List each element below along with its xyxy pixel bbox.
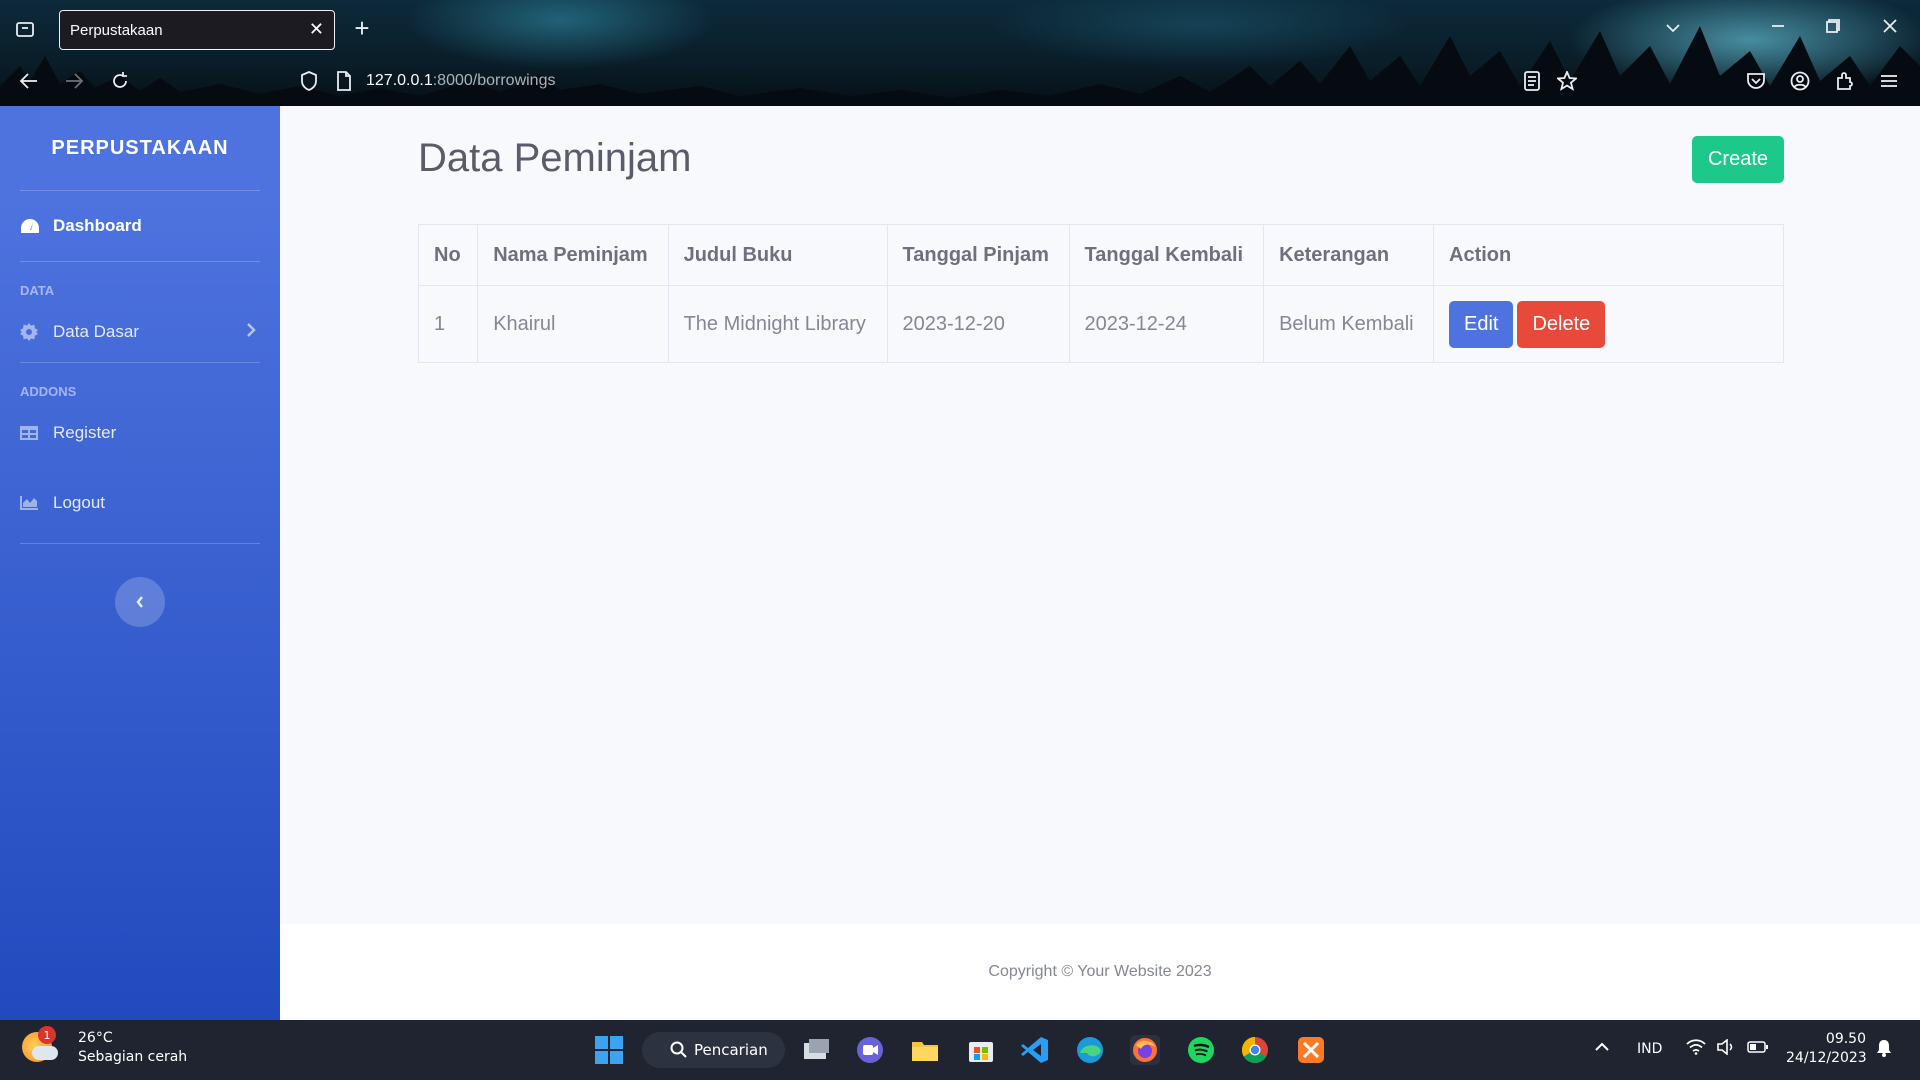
- weather-widget[interactable]: 1 26°C Sebagian cerah: [22, 1026, 188, 1067]
- tab-overview-icon[interactable]: [12, 16, 38, 42]
- table-icon: [20, 424, 42, 442]
- sidebar-heading-addons: ADDONS: [20, 384, 77, 399]
- browser-chrome: Perpustakaan ✕ + 127.0.0.1:8000/borrowin…: [0, 0, 1920, 106]
- tab-list-chevron-icon[interactable]: [1662, 18, 1684, 38]
- chrome-icon[interactable]: [1240, 1035, 1270, 1065]
- pocket-icon[interactable]: [1743, 68, 1769, 94]
- cell-nama-peminjam: Khairul: [477, 285, 669, 363]
- copyright-text: Copyright © Your Website 2023: [988, 963, 1212, 980]
- tab-perpustakaan[interactable]: Perpustakaan ✕: [59, 10, 335, 50]
- sidebar-item-label: Dashboard: [53, 216, 142, 235]
- new-tab-icon[interactable]: +: [350, 13, 374, 43]
- bookmark-star-icon[interactable]: [1554, 68, 1580, 94]
- page-icon: [333, 68, 355, 94]
- sidebar-item-register[interactable]: Register: [0, 403, 280, 463]
- table-header-row: No Nama Peminjam Judul Buku Tanggal Pinj…: [417, 224, 1784, 286]
- column-header: Tanggal Kembali: [1068, 224, 1265, 286]
- windows-start-icon[interactable]: [594, 1035, 624, 1065]
- forward-icon[interactable]: [61, 68, 87, 94]
- clock[interactable]: 09.50 24/12/2023: [1786, 1030, 1867, 1068]
- sidebar-item-label: Data Dasar: [53, 322, 139, 341]
- close-window-icon[interactable]: [1880, 16, 1900, 36]
- edit-button[interactable]: Edit: [1449, 300, 1514, 348]
- notification-badge: 1: [38, 1026, 56, 1044]
- sidebar-toggle-button[interactable]: [115, 577, 165, 627]
- weather-temp: 26°C: [78, 1030, 113, 1046]
- clock-date: 24/12/2023: [1786, 1050, 1867, 1066]
- show-hidden-icons-chevron[interactable]: [1594, 1040, 1610, 1056]
- battery-icon[interactable]: [1747, 1041, 1769, 1057]
- cell-action: Edit Delete: [1433, 285, 1784, 363]
- tachometer-icon: [20, 217, 42, 235]
- vscode-icon[interactable]: [1020, 1035, 1050, 1065]
- sidebar-item-dashboard[interactable]: Dashboard: [0, 191, 280, 261]
- search-icon: [670, 1041, 688, 1063]
- main-content: Data Peminjam Create No Nama Peminjam Ju…: [280, 106, 1920, 924]
- chevron-left-icon: [136, 596, 143, 608]
- volume-icon[interactable]: [1716, 1038, 1736, 1059]
- file-explorer-icon[interactable]: [910, 1035, 940, 1065]
- language-indicator[interactable]: IND: [1637, 1041, 1662, 1057]
- cell-tanggal-pinjam: 2023-12-20: [886, 285, 1070, 363]
- sidebar-item-logout[interactable]: Logout: [0, 463, 280, 543]
- column-header: Judul Buku: [667, 224, 888, 286]
- back-icon[interactable]: [16, 68, 42, 94]
- reload-icon[interactable]: [107, 68, 133, 94]
- column-header: Tanggal Pinjam: [886, 224, 1070, 286]
- restore-icon[interactable]: [1823, 16, 1843, 36]
- tab-title: Perpustakaan: [70, 21, 163, 39]
- table-row: 1 Khairul The Midnight Library 2023-12-2…: [417, 285, 1784, 363]
- cell-judul-buku: The Midnight Library: [667, 285, 888, 363]
- taskbar-search[interactable]: Pencarian: [642, 1032, 785, 1068]
- delete-button[interactable]: Delete: [1517, 300, 1606, 348]
- tab-close-icon[interactable]: ✕: [309, 19, 324, 40]
- sidebar-item-data-dasar[interactable]: Data Dasar: [0, 302, 280, 362]
- sidebar-divider: [20, 543, 260, 544]
- shield-icon[interactable]: [297, 68, 321, 94]
- footer: Copyright © Your Website 2023: [280, 924, 1920, 1020]
- microsoft-store-icon[interactable]: [966, 1035, 996, 1065]
- weather-cloud-icon: [32, 1046, 58, 1060]
- url-host: 127.0.0.1: [366, 72, 433, 89]
- search-label: Pencarian: [694, 1041, 768, 1059]
- cell-no: 1: [417, 285, 479, 363]
- column-header: No: [417, 224, 479, 286]
- chevron-right-icon: [246, 322, 256, 343]
- page-title: Data Peminjam: [418, 136, 692, 180]
- reader-view-icon[interactable]: [1520, 68, 1544, 94]
- teams-chat-icon[interactable]: [855, 1035, 885, 1065]
- area-chart-icon: [20, 494, 42, 512]
- url-bar[interactable]: 127.0.0.1:8000/borrowings: [366, 64, 1616, 98]
- gear-icon: [20, 323, 42, 341]
- sidebar: PERPUSTAKAAN Dashboard DATA Data Dasar A…: [0, 106, 280, 1020]
- clock-time: 09.50: [1825, 1031, 1866, 1047]
- create-button[interactable]: Create: [1692, 136, 1784, 183]
- minimize-icon[interactable]: [1768, 16, 1788, 36]
- weather-desc: Sebagian cerah: [78, 1049, 188, 1065]
- spotify-icon[interactable]: [1186, 1035, 1216, 1065]
- edge-icon[interactable]: [1075, 1035, 1105, 1065]
- sidebar-heading-data: DATA: [20, 283, 55, 298]
- sidebar-item-label: Logout: [53, 493, 105, 512]
- cell-keterangan: Belum Kembali: [1263, 285, 1434, 363]
- column-header: Nama Peminjam: [477, 224, 669, 286]
- url-path: :8000/borrowings: [432, 72, 556, 89]
- sidebar-item-label: Register: [53, 423, 117, 442]
- column-header: Action: [1433, 224, 1784, 286]
- cell-tanggal-kembali: 2023-12-24: [1068, 285, 1265, 363]
- wifi-icon[interactable]: [1686, 1039, 1706, 1059]
- firefox-icon[interactable]: [1130, 1035, 1160, 1065]
- extensions-icon[interactable]: [1832, 68, 1858, 94]
- menu-icon[interactable]: [1876, 68, 1902, 94]
- account-icon[interactable]: [1787, 68, 1813, 94]
- sidebar-brand[interactable]: PERPUSTAKAAN: [0, 106, 280, 190]
- column-header: Keterangan: [1263, 224, 1434, 286]
- notification-bell-icon[interactable]: [1876, 1039, 1892, 1061]
- taskbar: 1 26°C Sebagian cerah Pencarian IND 09.5…: [0, 1020, 1920, 1080]
- borrowings-table: No Nama Peminjam Judul Buku Tanggal Pinj…: [417, 224, 1784, 363]
- task-view-icon[interactable]: [801, 1035, 831, 1065]
- xampp-icon[interactable]: [1296, 1035, 1326, 1065]
